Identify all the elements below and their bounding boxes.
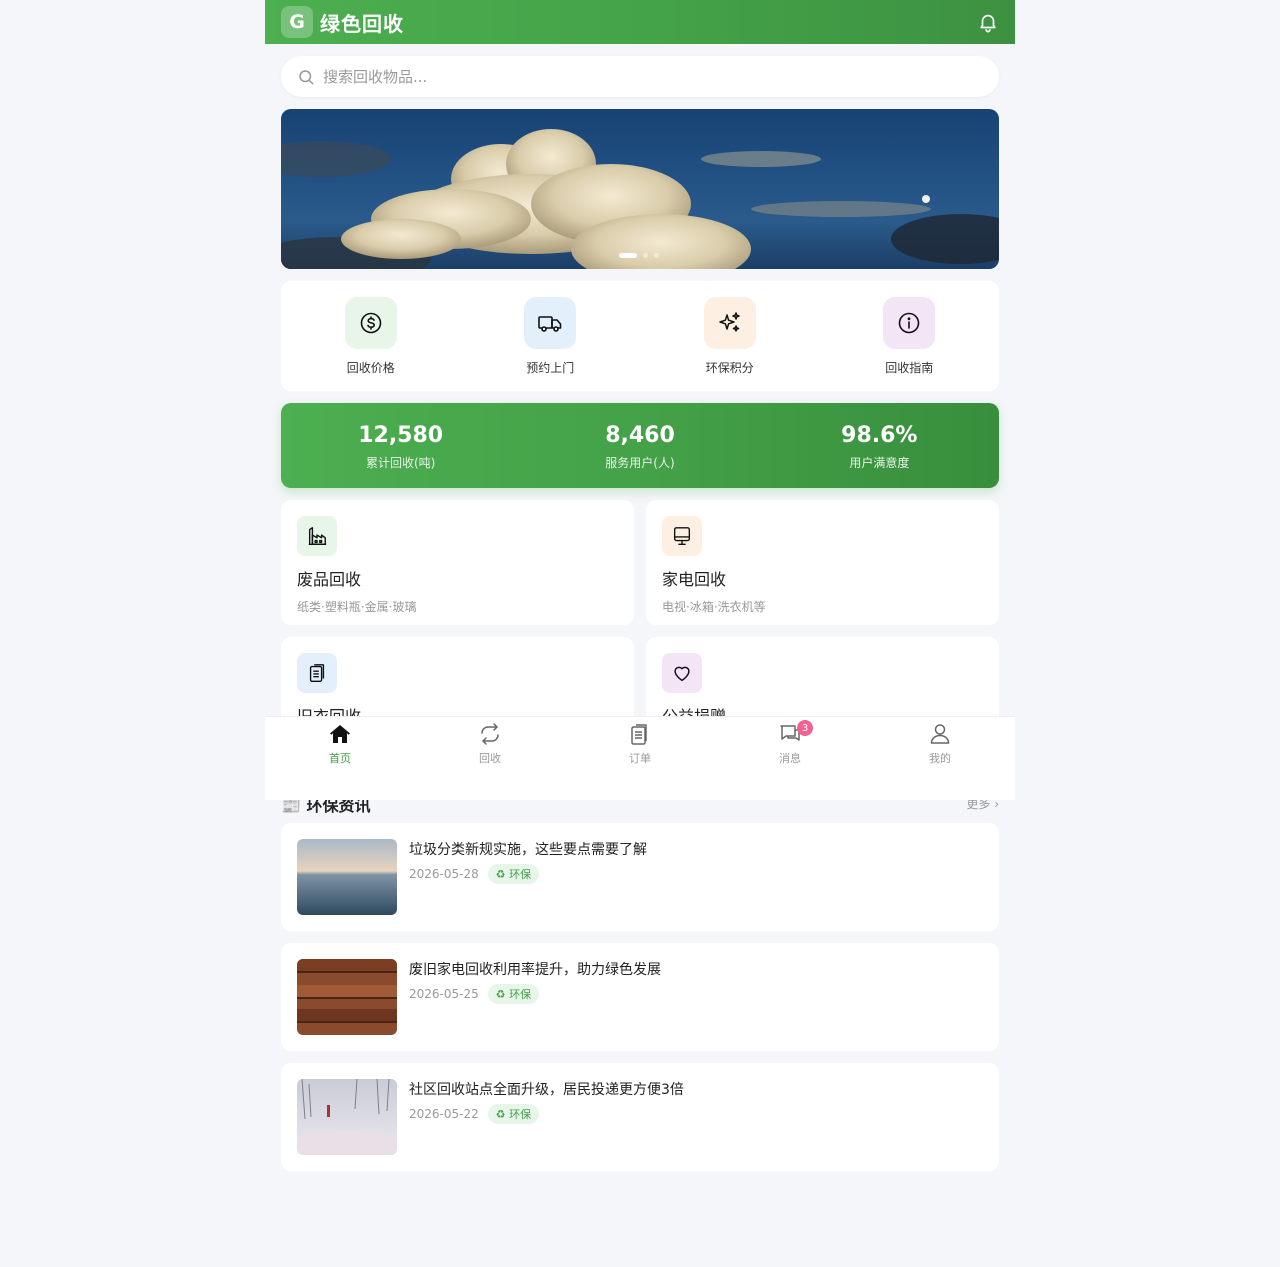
carousel-dot[interactable] bbox=[643, 253, 648, 258]
news-title: 社区回收站点全面升级，居民投递更方便3倍 bbox=[409, 1082, 684, 1098]
user-icon bbox=[930, 724, 950, 744]
news-thumbnail bbox=[297, 839, 397, 915]
carousel-dots bbox=[619, 253, 659, 258]
quick-action-points[interactable]: 环保积分 bbox=[640, 281, 820, 391]
app-title: 绿色回收 bbox=[320, 11, 404, 36]
tab-profile[interactable]: 我的 bbox=[865, 717, 1015, 800]
news-meta: 2026-05-25 ♻ 环保 bbox=[409, 984, 540, 1004]
tab-label: 订单 bbox=[629, 752, 651, 765]
tab-recycle[interactable]: 回收 bbox=[415, 717, 565, 800]
banner-carousel[interactable] bbox=[281, 109, 999, 269]
tab-orders[interactable]: 订单 bbox=[565, 717, 715, 800]
quick-action-booking[interactable]: 预约上门 bbox=[461, 281, 641, 391]
news-item[interactable]: 社区回收站点全面升级，居民投递更方便3倍 2026-05-22 ♻ 环保 bbox=[281, 1063, 999, 1171]
tab-label: 回收 bbox=[479, 752, 501, 765]
news-title: 垃圾分类新规实施，这些要点需要了解 bbox=[409, 842, 647, 858]
news-date: 2026-05-22 bbox=[409, 1107, 479, 1121]
dollar-circle-icon bbox=[344, 297, 397, 349]
clipboard-icon bbox=[297, 653, 337, 693]
search-input[interactable] bbox=[323, 67, 923, 86]
top-header: G 绿色回收 bbox=[265, 0, 1015, 44]
news-thumbnail bbox=[297, 959, 397, 1035]
search-bar[interactable] bbox=[281, 56, 999, 97]
info-circle-icon bbox=[883, 297, 936, 349]
quick-action-price[interactable]: 回收价格 bbox=[281, 281, 461, 391]
tab-label: 首页 bbox=[329, 752, 351, 765]
quick-action-label: 回收价格 bbox=[346, 361, 395, 375]
heart-icon bbox=[662, 653, 702, 693]
news-tag: ♻ 环保 bbox=[487, 864, 540, 884]
stat-label: 用户满意度 bbox=[849, 456, 910, 470]
stat-value: 8,460 bbox=[605, 423, 675, 448]
service-card-waste[interactable]: 废品回收 纸类·塑料瓶·金属·玻璃 bbox=[281, 500, 634, 625]
stat-value: 12,580 bbox=[358, 423, 444, 448]
tab-label: 消息 bbox=[779, 752, 801, 765]
news-thumbnail bbox=[297, 1079, 397, 1155]
app-screen: G 绿色回收 搜索回收物品... 回收价格 预约上门 环保积分 回收指南 12,… bbox=[265, 0, 1015, 1267]
card-subtitle: 电视·冰箱·洗衣机等 bbox=[662, 600, 766, 614]
news-meta: 2026-05-28 ♻ 环保 bbox=[409, 864, 540, 884]
monitor-icon bbox=[662, 516, 702, 556]
quick-action-guide[interactable]: 回收指南 bbox=[820, 281, 1000, 391]
news-meta: 2026-05-22 ♻ 环保 bbox=[409, 1104, 540, 1124]
tab-messages[interactable]: 3 消息 bbox=[715, 717, 865, 800]
news-tag: ♻ 环保 bbox=[487, 984, 540, 1004]
stat-value: 98.6% bbox=[841, 423, 918, 448]
stats-banner: 12,580 累计回收(吨) 8,460 服务用户(人) 98.6% 用户满意度 bbox=[281, 403, 999, 488]
quick-action-label: 回收指南 bbox=[885, 361, 934, 375]
message-badge: 3 bbox=[797, 720, 813, 736]
quick-action-label: 环保积分 bbox=[705, 361, 754, 375]
news-item[interactable]: 废旧家电回收利用率提升，助力绿色发展 2026-05-25 ♻ 环保 bbox=[281, 943, 999, 1051]
carousel-dot[interactable] bbox=[654, 253, 659, 258]
quick-action-label: 预约上门 bbox=[526, 361, 575, 375]
recycle-icon bbox=[481, 723, 499, 745]
stat-label: 累计回收(吨) bbox=[365, 456, 436, 470]
tab-label: 我的 bbox=[929, 752, 951, 765]
search-icon bbox=[299, 69, 314, 84]
bottom-tab-bar: 首页 回收 订单 3 消息 我的 bbox=[265, 716, 1015, 800]
quick-actions: 回收价格 预约上门 环保积分 回收指南 bbox=[281, 281, 999, 391]
factory-icon bbox=[297, 516, 337, 556]
card-subtitle: 纸类·塑料瓶·金属·玻璃 bbox=[297, 600, 417, 614]
news-date: 2026-05-28 bbox=[409, 867, 479, 881]
bell-icon[interactable] bbox=[977, 11, 999, 33]
orders-icon bbox=[631, 724, 647, 745]
app-logo: G bbox=[281, 6, 313, 38]
home-icon bbox=[330, 725, 350, 743]
news-item[interactable]: 垃圾分类新规实施，这些要点需要了解 2026-05-28 ♻ 环保 bbox=[281, 823, 999, 931]
stat-recycled: 12,580 累计回收(吨) bbox=[281, 403, 520, 488]
stat-label: 服务用户(人) bbox=[605, 456, 675, 470]
service-card-appliance[interactable]: 家电回收 电视·冰箱·洗衣机等 bbox=[646, 500, 999, 625]
card-title: 废品回收 bbox=[297, 570, 362, 589]
banner-image bbox=[281, 109, 999, 269]
stat-users: 8,460 服务用户(人) bbox=[520, 403, 759, 488]
news-title: 废旧家电回收利用率提升，助力绿色发展 bbox=[409, 962, 661, 978]
sparkle-icon bbox=[703, 297, 756, 349]
tab-home[interactable]: 首页 bbox=[265, 717, 415, 800]
card-title: 家电回收 bbox=[662, 570, 727, 589]
news-tag: ♻ 环保 bbox=[487, 1104, 540, 1124]
carousel-dot[interactable] bbox=[619, 253, 637, 258]
stat-satisfaction: 98.6% 用户满意度 bbox=[760, 403, 999, 488]
news-date: 2026-05-25 bbox=[409, 987, 479, 1001]
truck-icon bbox=[524, 297, 577, 349]
